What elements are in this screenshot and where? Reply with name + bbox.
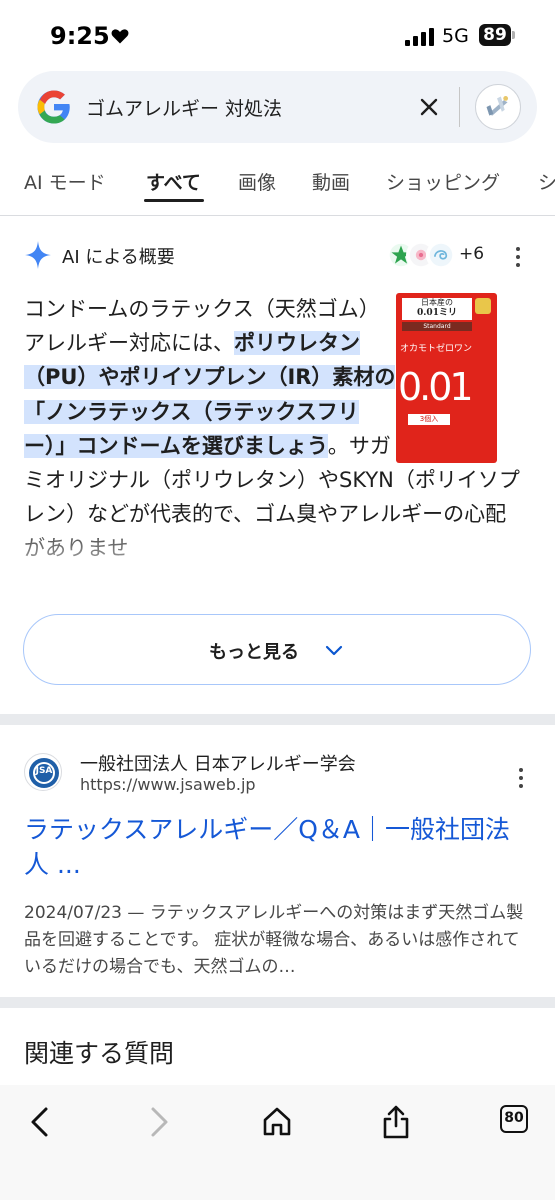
back-icon[interactable] [24,1105,58,1139]
status-time: 9:25 [50,22,110,50]
tab-more[interactable]: シ [538,168,555,195]
browser-toolbar: 80 [0,1085,555,1200]
tab-shopping[interactable]: ショッピング [386,168,500,195]
related-questions-heading: 関連する質問 [24,1039,175,1068]
ai-text-fade [0,520,555,600]
heart-icon [111,29,129,44]
clear-icon[interactable] [415,93,443,121]
product-badge [475,298,491,314]
battery-level: 89 [479,24,511,46]
search-divider [459,87,460,127]
search-tabs: AI モード すべて 画像 動画 ショッピング シ [0,150,555,216]
search-input[interactable]: ゴムアレルギー 対処法 [86,94,282,121]
ai-overview-title: AI による概要 [62,247,175,268]
product-label-line1: 日本産の [421,298,453,307]
result-snippet: 2024/07/23 — ラテックスアレルギーへの対策はまず天然ゴム製品を回避す… [24,903,524,977]
product-label-line2: 0.01ミリ [417,308,457,318]
ai-overview-menu-kebab-icon[interactable] [515,247,521,269]
forward-icon[interactable] [141,1105,175,1139]
tab-all[interactable]: すべて [146,168,201,195]
favicon-text: JSA [35,766,53,776]
chevron-down-icon [325,645,343,656]
home-icon[interactable] [260,1105,294,1139]
google-logo [37,90,70,124]
tab-videos[interactable]: 動画 [312,168,350,195]
section-separator [0,714,555,725]
active-tab-indicator [144,199,204,202]
product-image[interactable]: 日本産の 0.01ミリ Standard オカモトゼロワン 0.01 3個入 [396,293,497,463]
network-type: 5G [442,25,469,47]
tab-images[interactable]: 画像 [238,168,276,195]
product-standard: Standard [402,322,472,331]
status-bar: 9:25 5G 89 [0,0,555,70]
signal-icon [405,28,434,46]
result-url[interactable]: https://www.jsaweb.jp [80,775,256,794]
source-swirl-icon [426,240,456,270]
product-big-number: 0.01 [398,365,474,409]
result-menu-kebab-icon[interactable] [518,768,524,790]
product-brand: オカモトゼロワン [400,344,473,354]
share-icon[interactable] [379,1105,413,1139]
site-favicon[interactable]: JSA [24,753,62,791]
sources-more-count: +6 [459,244,485,264]
tab-ai-mode[interactable]: AI モード [24,168,106,195]
battery-tip [512,31,515,39]
product-count: 3個入 [408,414,450,425]
search-box[interactable]: ゴムアレルギー 対処法 [18,71,537,143]
result-site-name[interactable]: 一般社団法人 日本アレルギー学会 [80,750,356,776]
section-separator [0,997,555,1008]
product-label-box: 日本産の 0.01ミリ [402,298,472,320]
result-title-link[interactable]: ラテックスアレルギー／Q＆A｜一般社団法人 ... [24,812,534,882]
lens-icon[interactable] [475,84,521,130]
tabs-icon[interactable]: 80 [500,1105,528,1133]
show-more-button[interactable]: もっと見る [23,614,531,685]
ai-sparkle-icon [25,241,51,269]
show-more-label: もっと見る [209,642,299,663]
ai-sources[interactable]: +6 [386,240,496,270]
